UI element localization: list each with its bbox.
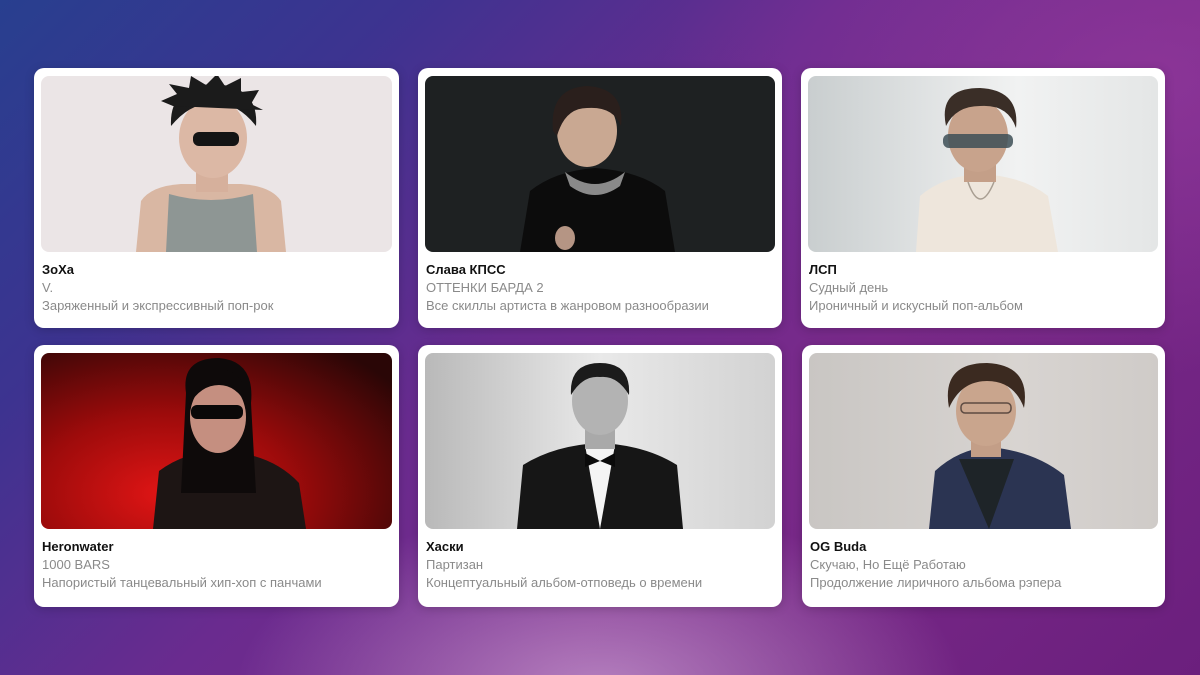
artist-photo xyxy=(425,76,775,252)
album-description: Напористый танцевальный хип-хоп с панчам… xyxy=(42,575,322,590)
album-card-og-buda[interactable]: OG Buda Скучаю, Но Ещё Работаю Продолжен… xyxy=(802,345,1165,607)
album-title: V. xyxy=(42,280,54,295)
artist-photo xyxy=(425,353,775,529)
album-description: Заряженный и экспрессивный поп-рок xyxy=(42,298,274,313)
artist-name: Хаски xyxy=(426,539,464,554)
artist-name: OG Buda xyxy=(810,539,867,554)
album-title: Судный день xyxy=(809,280,889,295)
artist-name: Слава КПСС xyxy=(426,262,506,277)
artist-photo xyxy=(809,353,1158,529)
album-card-zoha[interactable]: ЗоХа V. Заряженный и экспрессивный поп-р… xyxy=(34,68,399,328)
album-description: Ироничный и искусный поп-альбом xyxy=(809,298,1023,313)
album-title: ОТТЕНКИ БАРДА 2 xyxy=(426,280,544,295)
album-card-slava-kpss[interactable]: Слава КПСС ОТТЕНКИ БАРДА 2 Все скиллы ар… xyxy=(418,68,782,328)
album-card-lsp[interactable]: ЛСП Судный день Ироничный и искусный поп… xyxy=(801,68,1165,328)
album-title: 1000 BARS xyxy=(42,557,110,572)
album-description: Концептуальный альбом-отповедь о времени xyxy=(426,575,703,590)
album-description: Продолжение лиричного альбома рэпера xyxy=(810,575,1062,590)
artist-name: ЛСП xyxy=(809,262,837,277)
album-card-haski[interactable]: Хаски Партизан Концептуальный альбом-отп… xyxy=(418,345,782,607)
artist-photo xyxy=(41,76,392,252)
artist-photo xyxy=(808,76,1158,252)
artist-photo xyxy=(41,353,392,529)
album-title: Скучаю, Но Ещё Работаю xyxy=(810,557,966,572)
artist-name: ЗоХа xyxy=(42,262,74,277)
artist-name: Heronwater xyxy=(42,539,114,554)
album-card-heronwater[interactable]: Heronwater 1000 BARS Напористый танцевал… xyxy=(34,345,399,607)
album-title: Партизан xyxy=(426,557,484,572)
album-description: Все скиллы артиста в жанровом разнообраз… xyxy=(426,298,709,313)
